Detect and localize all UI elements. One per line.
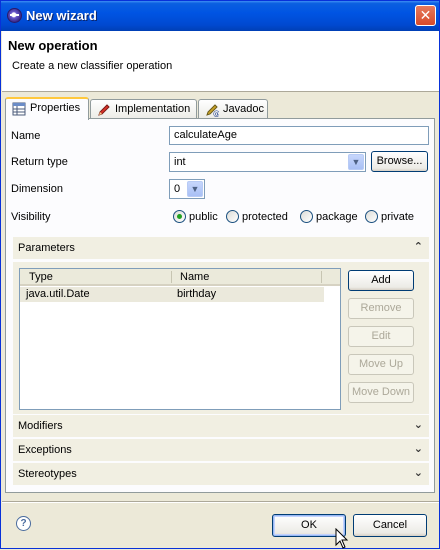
exceptions-section-header[interactable]: Exceptions ⌄	[13, 439, 429, 461]
table-icon	[12, 102, 26, 116]
stereotypes-section-header[interactable]: Stereotypes ⌄	[13, 463, 429, 485]
eclipse-icon	[7, 8, 22, 23]
radio-public[interactable]: public	[173, 210, 218, 223]
browse-button[interactable]: Browse...	[371, 151, 428, 172]
remove-button[interactable]: Remove	[348, 298, 414, 319]
cell-name: birthday	[177, 288, 217, 300]
edit-button[interactable]: Edit	[348, 326, 414, 347]
tab-javadoc-label: Javadoc	[223, 103, 264, 115]
close-button[interactable]: ✕	[415, 5, 436, 26]
pen-icon	[98, 104, 110, 116]
radio-protected[interactable]: protected	[226, 210, 288, 223]
expand-icon[interactable]: ⌄	[414, 466, 423, 479]
collapse-icon[interactable]: ⌃	[414, 240, 423, 253]
exceptions-title: Exceptions	[18, 444, 72, 456]
mouse-cursor-icon	[335, 528, 349, 549]
radio-icon	[300, 210, 313, 223]
move-down-button[interactable]: Move Down	[348, 382, 414, 403]
tab-implementation[interactable]: Implementation	[90, 99, 197, 119]
tab-bar: Properties Implementation @ Javadoc	[5, 97, 435, 120]
return-type-combo[interactable]: int ▼	[169, 152, 366, 172]
stereotypes-title: Stereotypes	[18, 468, 77, 480]
radio-private-label: private	[381, 211, 415, 223]
tab-implementation-label: Implementation	[115, 103, 191, 115]
column-name[interactable]: Name	[180, 271, 209, 283]
dimension-label: Dimension	[11, 183, 63, 195]
radio-protected-label: protected	[242, 211, 288, 223]
return-type-value: int	[174, 156, 186, 168]
parameters-section-header[interactable]: Parameters ⌃	[13, 237, 429, 259]
name-field[interactable]: calculateAge	[169, 126, 429, 145]
parameters-body: Type Name java.util.Date birthday Add Re…	[13, 262, 429, 414]
column-divider[interactable]	[321, 271, 322, 283]
svg-text:@: @	[213, 110, 219, 117]
wizard-banner: New operation Create a new classifier op…	[2, 31, 439, 92]
title-bar[interactable]: New wizard ✕	[1, 1, 439, 31]
cell-type: java.util.Date	[26, 288, 90, 300]
wizard-window: New wizard ✕ New operation Create a new …	[0, 0, 440, 549]
table-row[interactable]: java.util.Date birthday	[20, 287, 324, 302]
parameters-title: Parameters	[18, 242, 75, 254]
page-description: Create a new classifier operation	[12, 60, 173, 72]
radio-package-label: package	[316, 211, 358, 223]
help-icon[interactable]: ?	[16, 516, 31, 531]
visibility-label: Visibility	[11, 211, 51, 223]
chevron-down-icon[interactable]: ▼	[348, 154, 364, 170]
chevron-down-icon[interactable]: ▼	[187, 181, 203, 197]
expand-icon[interactable]: ⌄	[414, 442, 423, 455]
radio-icon	[226, 210, 239, 223]
cancel-button[interactable]: Cancel	[353, 514, 427, 537]
column-type[interactable]: Type	[29, 271, 53, 283]
modifiers-title: Modifiers	[18, 420, 63, 432]
javadoc-icon: @	[206, 104, 219, 117]
radio-private[interactable]: private	[365, 210, 414, 223]
move-up-button[interactable]: Move Up	[348, 354, 414, 375]
properties-panel: Name calculateAge Return type int ▼ Brow…	[5, 118, 435, 493]
dimension-value: 0	[174, 183, 181, 195]
tab-properties-label: Properties	[30, 102, 81, 114]
tab-javadoc[interactable]: @ Javadoc	[198, 99, 268, 119]
return-type-label: Return type	[11, 156, 68, 168]
table-header: Type Name	[20, 269, 340, 286]
radio-public-label: public	[189, 211, 218, 223]
radio-icon	[365, 210, 378, 223]
tab-properties[interactable]: Properties	[5, 97, 89, 120]
window-title: New wizard	[26, 8, 97, 23]
column-divider[interactable]	[171, 271, 172, 283]
parameters-table[interactable]: Type Name java.util.Date birthday	[19, 268, 341, 410]
expand-icon[interactable]: ⌄	[414, 418, 423, 431]
visibility-radio-group: public protected package private	[173, 210, 428, 226]
footer-divider	[2, 501, 439, 503]
add-button[interactable]: Add	[348, 270, 414, 291]
modifiers-section-header[interactable]: Modifiers ⌄	[13, 415, 429, 437]
name-label: Name	[11, 130, 41, 142]
page-title: New operation	[8, 38, 98, 53]
radio-selected-icon	[173, 210, 186, 223]
dimension-combo[interactable]: 0 ▼	[169, 179, 205, 199]
radio-package[interactable]: package	[300, 210, 358, 223]
